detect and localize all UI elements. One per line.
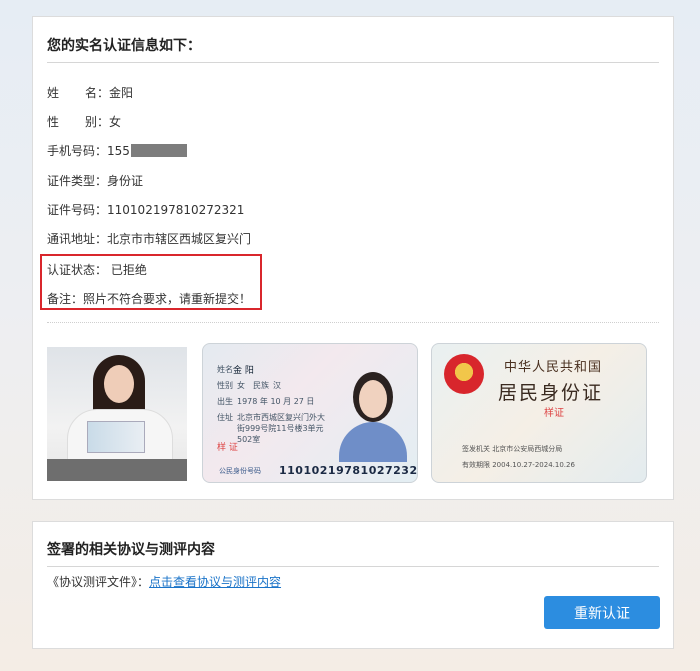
- phone-value: 155: [107, 144, 130, 158]
- front-birth: 1978 年 10 月 27 日: [237, 397, 315, 406]
- remark-label: 备注：: [47, 292, 84, 306]
- agreement-title: 签署的相关协议与测评内容: [47, 542, 215, 558]
- gender-label-b: 别：: [85, 115, 110, 129]
- agreement-divider: [47, 566, 659, 567]
- gender-value: 女: [109, 115, 122, 129]
- front-ethnic-label: 民族: [253, 381, 269, 390]
- remark-row: 备注：照片不符合要求，请重新提交！: [47, 290, 251, 307]
- back-country: 中华人民共和国: [504, 360, 603, 375]
- name-label-b: 名：: [85, 86, 110, 100]
- front-name-label: 姓名: [217, 365, 233, 374]
- identity-info-card: 您的实名认证信息如下： 姓名：金阳 性别：女 手机号码：155 证件类型：身份证…: [32, 16, 674, 500]
- dotted-divider: [47, 322, 659, 323]
- back-validity: 有效期限 2004.10.27-2024.10.26: [462, 461, 575, 469]
- front-sample-stamp: 样 证: [217, 443, 238, 453]
- name-value: 金阳: [109, 86, 134, 100]
- front-number: 110102197810272321: [279, 464, 418, 477]
- gender-label-a: 性: [47, 115, 60, 129]
- photo-face: [104, 365, 134, 403]
- front-portrait-shoulder: [339, 422, 407, 462]
- agreement-card: 签署的相关协议与测评内容 《协议测评文件》：点击查看协议与测评内容 重新认证: [32, 521, 674, 649]
- view-agreement-link[interactable]: 点击查看协议与测评内容: [149, 575, 281, 589]
- address-label: 通讯地址：: [47, 232, 108, 246]
- front-portrait-face: [359, 380, 387, 418]
- name-row: 姓 名：金阳: [47, 84, 133, 101]
- phone-row: 手机号码：155: [47, 142, 187, 159]
- phone-redaction-mask: [130, 144, 187, 157]
- status-label: 认证状态：: [47, 263, 108, 277]
- front-gender-label: 性别: [217, 381, 233, 390]
- front-addr-line3: 502室: [237, 435, 261, 444]
- id-card-back-photo[interactable]: 中华人民共和国 居民身份证 样证 签发机关 北京市公安局西城分局 有效期限 20…: [431, 343, 647, 483]
- title-divider: [47, 62, 659, 63]
- agreement-file-row: 《协议测评文件》：点击查看协议与测评内容: [47, 573, 281, 590]
- national-emblem-icon: [444, 354, 484, 394]
- front-birth-label: 出生: [217, 397, 233, 406]
- front-number-label: 公民身份号码: [219, 467, 261, 475]
- back-issuer: 签发机关 北京市公安局西城分局: [462, 445, 563, 453]
- front-name: 金 阳: [233, 366, 254, 376]
- gender-row: 性 别：女: [47, 113, 121, 130]
- reverify-button[interactable]: 重新认证: [544, 596, 660, 629]
- remark-value: 照片不符合要求，请重新提交！: [83, 292, 252, 306]
- id-card-front-photo[interactable]: 姓名 金 阳 性别 女 民族 汉 出生 1978 年 10 月 27 日 住址 …: [202, 343, 418, 483]
- front-addr-line2: 街999号院11号楼3单元: [237, 424, 324, 433]
- front-ethnic: 汉: [273, 381, 281, 390]
- back-card-title: 居民身份证: [498, 382, 604, 404]
- back-sample-stamp: 样证: [544, 408, 564, 419]
- address-row: 通讯地址：北京市市辖区西城区复兴门: [47, 230, 251, 247]
- front-addr-line1: 北京市西城区复兴门外大: [237, 413, 325, 422]
- handheld-id-photo[interactable]: [47, 347, 187, 481]
- identity-title: 您的实名认证信息如下：: [47, 38, 201, 54]
- id-type-row: 证件类型：身份证: [47, 172, 143, 189]
- front-gender: 女: [237, 381, 245, 390]
- id-number-label: 证件号码：: [47, 203, 108, 217]
- id-number-value: 110102197810272321: [107, 203, 245, 217]
- id-type-value: 身份证: [107, 174, 144, 188]
- id-number-row: 证件号码：110102197810272321: [47, 201, 244, 218]
- photo-held-card: [87, 421, 145, 453]
- address-value: 北京市市辖区西城区复兴门: [107, 232, 252, 246]
- status-row: 认证状态： 已拒绝: [47, 261, 147, 278]
- front-addr-label: 住址: [217, 413, 233, 422]
- name-label-a: 姓: [47, 86, 60, 100]
- agreement-file-label: 《协议测评文件》：: [47, 575, 150, 589]
- photo-caption-strip: [47, 459, 187, 481]
- id-type-label: 证件类型：: [47, 174, 108, 188]
- status-value: 已拒绝: [110, 263, 147, 277]
- phone-label: 手机号码：: [47, 144, 108, 158]
